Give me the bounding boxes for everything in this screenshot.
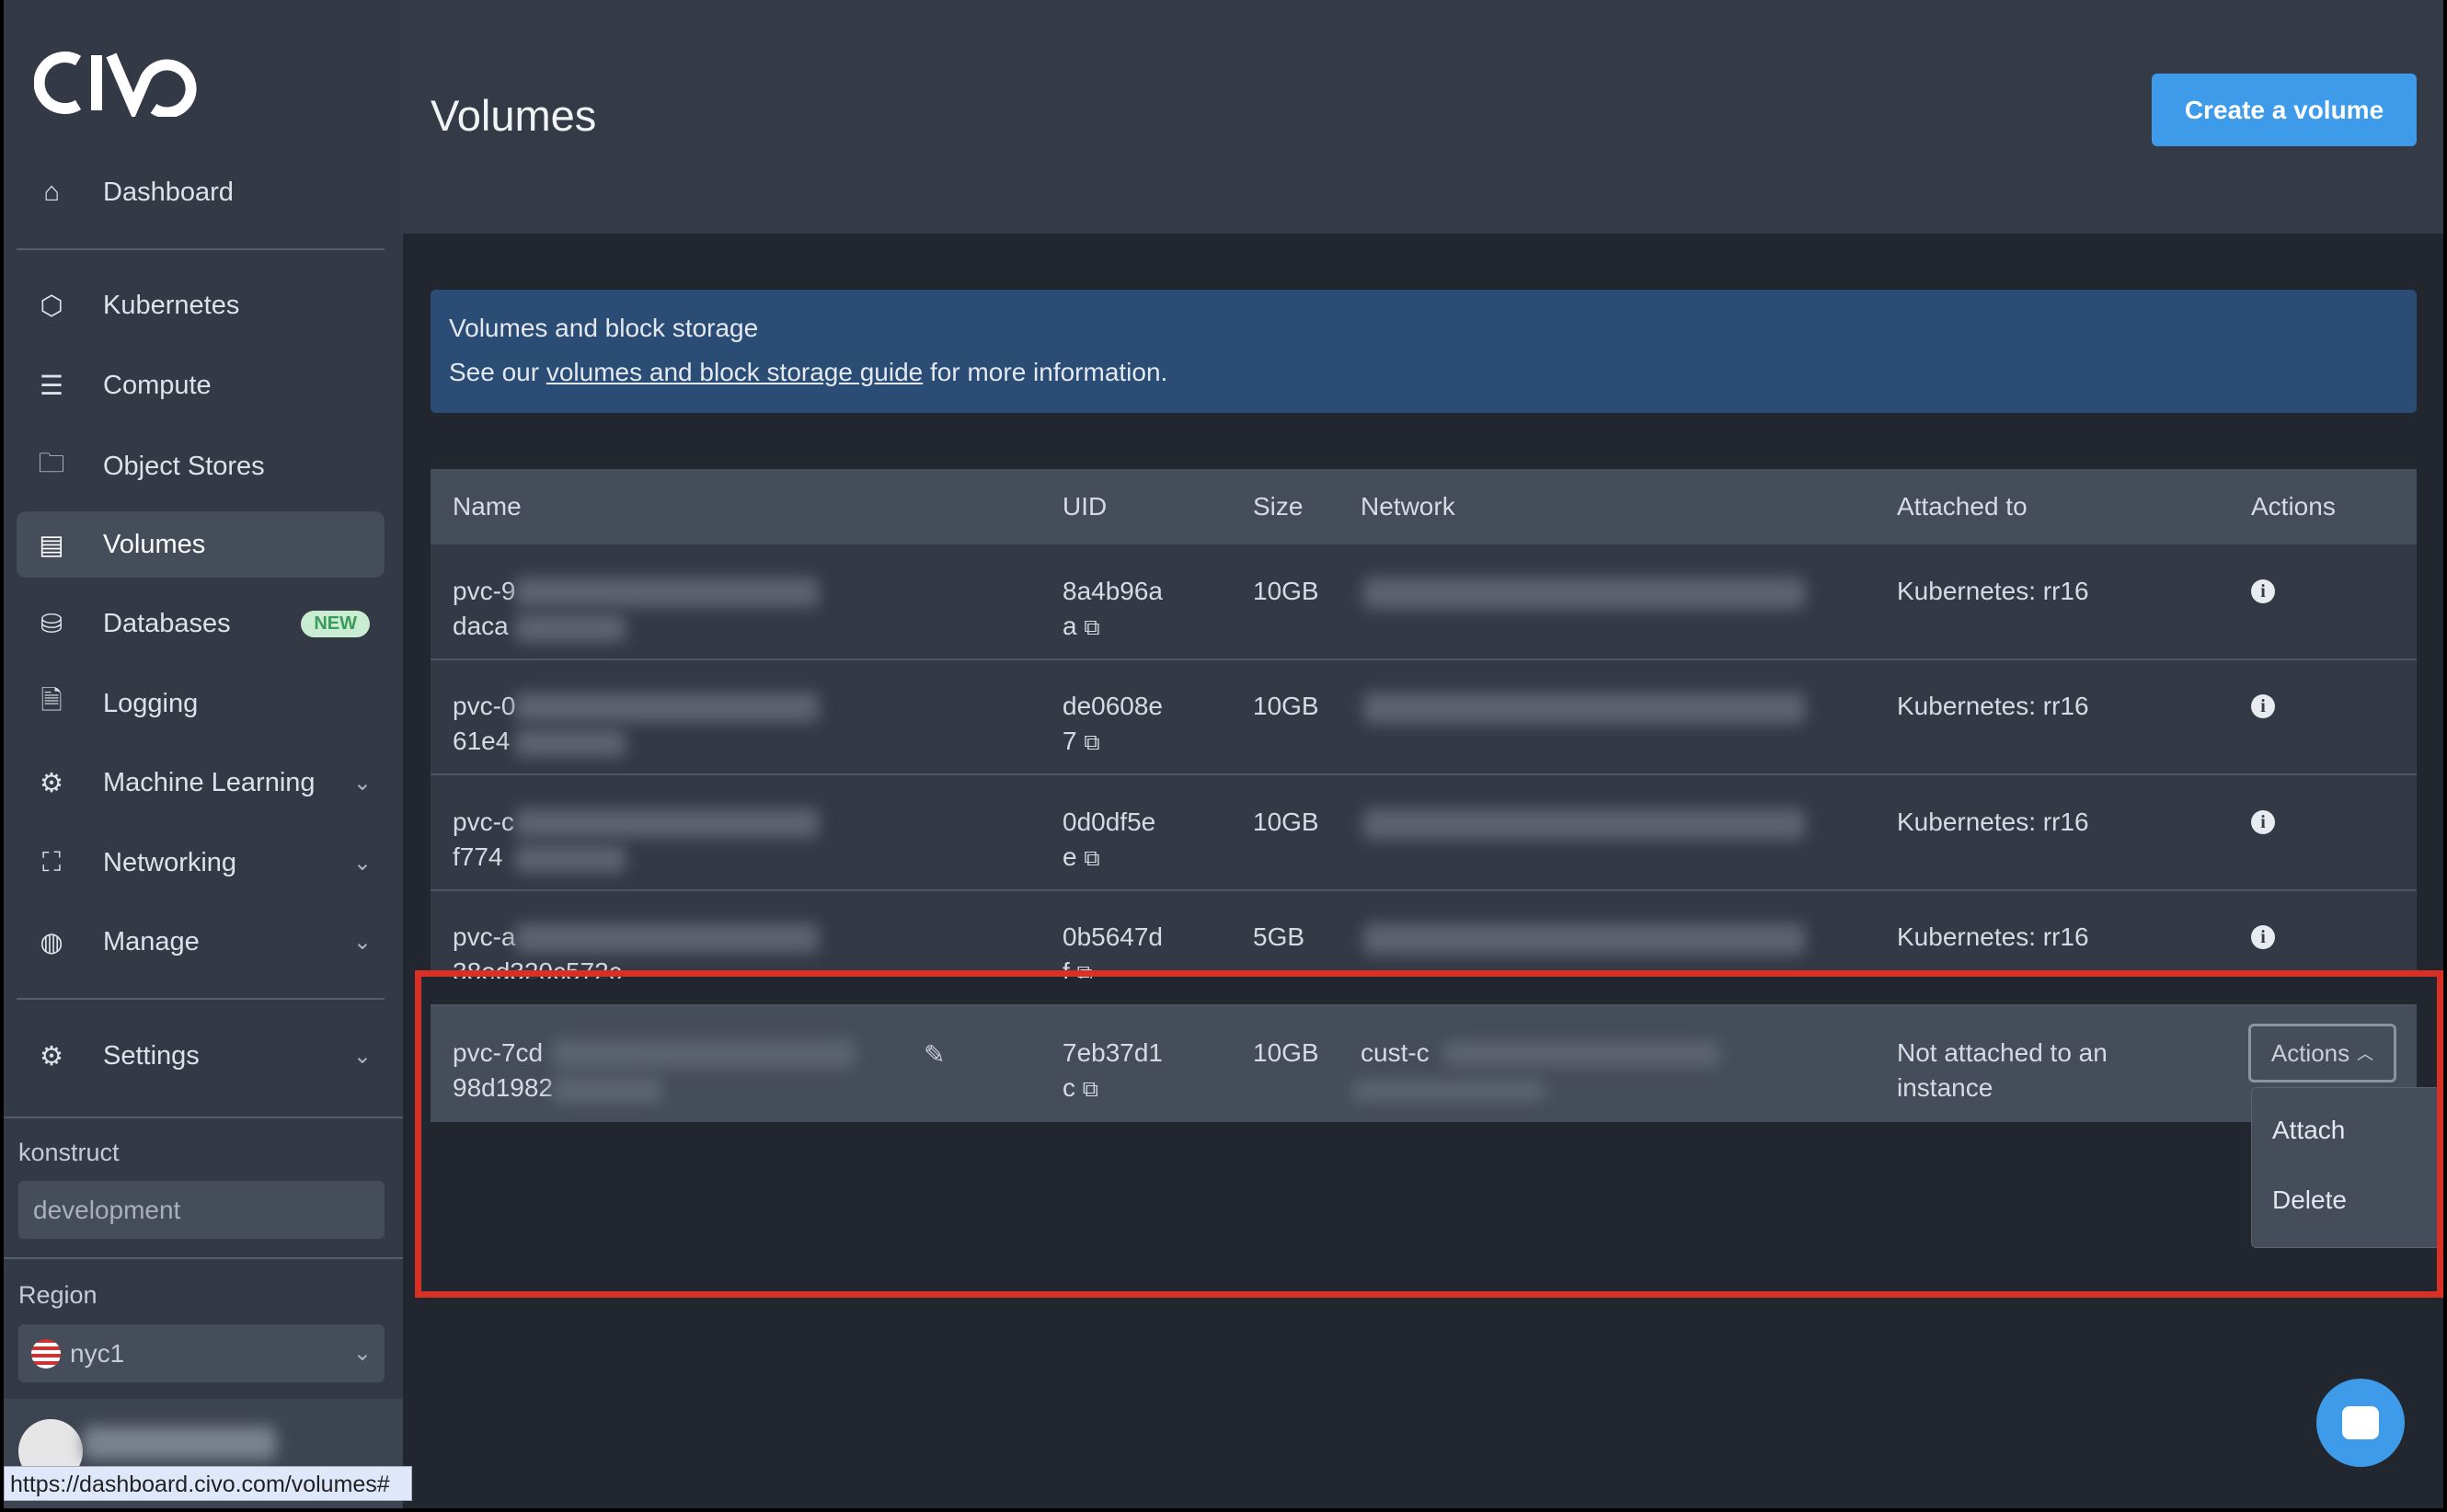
volume-name-line1: pvc-0 bbox=[453, 692, 516, 720]
redacted-network bbox=[1363, 923, 1805, 955]
row-divider bbox=[431, 889, 2417, 891]
uid-line2: 7 bbox=[1063, 727, 1077, 755]
column-size[interactable]: Size bbox=[1253, 492, 1303, 521]
redacted-name bbox=[515, 614, 626, 642]
database-icon: ⛁ bbox=[40, 609, 63, 639]
sidebar-item-manage[interactable]: ◍ Manage ⌄ bbox=[17, 909, 385, 975]
chevron-down-icon: ⌄ bbox=[352, 770, 372, 796]
redacted-name bbox=[515, 578, 819, 607]
info-icon[interactable]: i bbox=[2251, 925, 2275, 949]
globe-icon: ◍ bbox=[40, 927, 63, 957]
attached-to: Kubernetes: rr16 bbox=[1897, 922, 2089, 951]
divider bbox=[4, 1257, 403, 1259]
volume-name-line2: 61e4 bbox=[453, 727, 511, 755]
server-icon: ☰ bbox=[40, 371, 63, 401]
network-icon: ⛶ bbox=[41, 847, 62, 877]
sidebar-item-networking[interactable]: ⛶ Networking ⌄ bbox=[17, 830, 385, 896]
volume-name-line2: f774 bbox=[453, 842, 503, 871]
volume-name-line1: pvc-c bbox=[453, 808, 514, 836]
uid-line1: 0d0df5e bbox=[1063, 808, 1156, 836]
redacted-network bbox=[1363, 578, 1805, 609]
new-badge: NEW bbox=[301, 610, 370, 637]
gear-network-icon: ⚙ bbox=[40, 768, 63, 798]
sidebar-item-kubernetes[interactable]: ⬡ Kubernetes bbox=[17, 272, 385, 338]
volume-name-line2: daca bbox=[453, 612, 509, 640]
highlight-box bbox=[415, 970, 2443, 1298]
volume-size: 5GB bbox=[1253, 922, 1305, 951]
attached-to: Kubernetes: rr16 bbox=[1897, 577, 2089, 605]
sidebar-item-volumes[interactable]: ▤ Volumes bbox=[17, 511, 385, 578]
page-header bbox=[403, 0, 2443, 234]
chevron-down-icon: ⌄ bbox=[352, 929, 372, 955]
volume-icon: ▤ bbox=[39, 530, 64, 560]
column-network: Network bbox=[1361, 492, 1455, 521]
chat-icon bbox=[2342, 1406, 2379, 1439]
volume-size: 10GB bbox=[1253, 808, 1319, 836]
page-title: Volumes bbox=[431, 91, 597, 140]
region-select[interactable]: nyc1 ⌄ bbox=[18, 1324, 385, 1382]
create-volume-button[interactable]: Create a volume bbox=[2152, 74, 2417, 146]
civo-logo[interactable] bbox=[34, 48, 209, 117]
chevron-down-icon: ⌄ bbox=[352, 850, 372, 876]
row-divider bbox=[431, 659, 2417, 660]
redacted-network bbox=[1363, 808, 1805, 840]
redacted-name bbox=[515, 693, 819, 722]
uid-line2: e bbox=[1063, 842, 1077, 871]
chat-button[interactable] bbox=[2316, 1379, 2405, 1467]
us-flag-icon bbox=[31, 1338, 61, 1369]
sidebar-item-compute[interactable]: ☰ Compute bbox=[17, 352, 385, 418]
volume-size: 10GB bbox=[1253, 577, 1319, 605]
chevron-down-icon: ⌄ bbox=[352, 1341, 372, 1366]
redacted-name bbox=[515, 808, 819, 838]
column-attached-to: Attached to bbox=[1897, 492, 2028, 521]
sidebar-item-logging[interactable]: 🗎 Logging bbox=[17, 670, 385, 737]
redacted-network bbox=[1363, 693, 1805, 724]
home-icon: ⌂ bbox=[43, 177, 60, 207]
info-banner: Volumes and block storage See our volume… bbox=[431, 290, 2417, 413]
column-actions: Actions bbox=[2251, 492, 2336, 521]
info-title: Volumes and block storage bbox=[449, 314, 759, 342]
log-search-icon: 🗎 bbox=[40, 685, 63, 716]
sidebar-item-databases[interactable]: ⛁ Databases NEW bbox=[17, 590, 385, 657]
info-icon[interactable]: i bbox=[2251, 810, 2275, 834]
blurred-username bbox=[83, 1426, 276, 1460]
sidebar-item-machine-learning[interactable]: ⚙ Machine Learning ⌄ bbox=[17, 750, 385, 816]
uid-line1: 0b5647d bbox=[1063, 922, 1164, 951]
sidebar-item-object-stores[interactable]: 🗀 Object Stores bbox=[17, 433, 385, 499]
uid-line1: de0608e bbox=[1063, 692, 1164, 720]
attached-to: Kubernetes: rr16 bbox=[1897, 692, 2089, 720]
volume-size: 10GB bbox=[1253, 692, 1319, 720]
divider bbox=[17, 998, 385, 1000]
uid-line1: 8a4b96a bbox=[1063, 577, 1164, 605]
uid-line2: a bbox=[1063, 612, 1077, 640]
volume-name-line1: pvc-a bbox=[453, 922, 516, 951]
copy-icon[interactable]: ⧉ bbox=[1084, 846, 1099, 871]
region-label: Region bbox=[18, 1281, 98, 1309]
column-uid: UID bbox=[1063, 492, 1108, 521]
divider bbox=[4, 1117, 403, 1118]
column-name[interactable]: Name bbox=[453, 492, 522, 521]
status-url-tooltip: https://dashboard.civo.com/volumes# bbox=[4, 1466, 412, 1501]
row-divider bbox=[431, 773, 2417, 775]
redacted-name bbox=[515, 729, 626, 757]
project-select[interactable]: development bbox=[18, 1181, 385, 1239]
copy-icon[interactable]: ⧉ bbox=[1084, 730, 1099, 755]
sidebar-item-settings[interactable]: ⚙ Settings ⌄ bbox=[17, 1023, 385, 1089]
redacted-name bbox=[515, 845, 626, 873]
attached-to: Kubernetes: rr16 bbox=[1897, 808, 2089, 836]
account-label: konstruct bbox=[18, 1139, 120, 1166]
storage-guide-link[interactable]: volumes and block storage guide bbox=[546, 358, 923, 386]
gear-icon: ⚙ bbox=[40, 1041, 63, 1071]
cube-icon: ⬡ bbox=[40, 291, 63, 321]
info-icon[interactable]: i bbox=[2251, 579, 2275, 603]
redacted-name bbox=[515, 923, 819, 953]
sidebar-item-dashboard[interactable]: ⌂ Dashboard bbox=[17, 159, 385, 225]
copy-icon[interactable]: ⧉ bbox=[1084, 615, 1099, 640]
volume-name-line1: pvc-9 bbox=[453, 577, 516, 605]
info-icon[interactable]: i bbox=[2251, 694, 2275, 718]
folder-icon: 🗀 bbox=[38, 448, 65, 478]
chevron-down-icon: ⌄ bbox=[352, 1043, 372, 1069]
divider bbox=[17, 248, 385, 250]
